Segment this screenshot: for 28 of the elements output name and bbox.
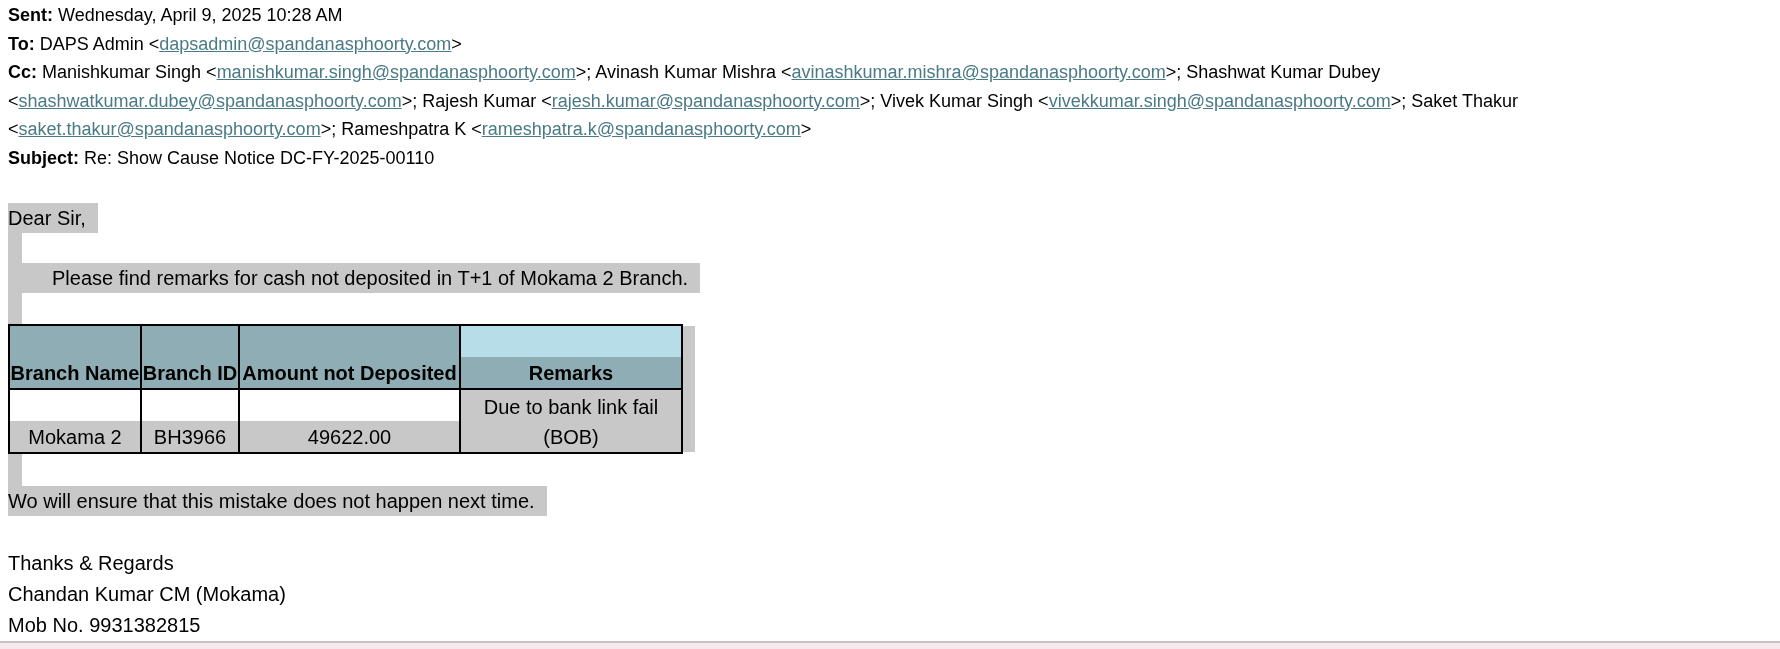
- column-header: Amount not Deposited: [239, 325, 460, 390]
- intro-text: Please find remarks for cash not deposited in T+1 of Mokama 2 Branch.: [8, 262, 701, 293]
- email-link[interactable]: shashwatkumar.dubey@spandanasphoorty.com: [18, 90, 402, 111]
- email-link[interactable]: vivekkumar.singh@spandanasphoorty.com: [1048, 90, 1391, 111]
- highlight-bar: [8, 454, 22, 487]
- email-link[interactable]: saket.thakur@spandanasphoorty.com: [18, 119, 321, 139]
- header-line: To: DAPS Admin <dapsadmin@spandanasphoorty.com>: [8, 32, 463, 56]
- column-header: Branch ID: [141, 325, 239, 390]
- table-cell: 49622.00: [239, 389, 460, 454]
- signature-line: Chandan Kumar CM (Mokama): [8, 582, 286, 607]
- table-cell: Mokama 2: [9, 389, 141, 454]
- header-line: Subject: Re: Show Cause Notice DC-FY-2025-00110: [8, 146, 436, 170]
- greeting-text: Dear Sir,: [8, 202, 98, 233]
- email-link[interactable]: avinashkumar.mishra@spandanasphoorty.com: [791, 62, 1166, 82]
- table-cell: BH3966: [141, 389, 239, 454]
- column-header: Branch Name: [9, 325, 141, 390]
- email-link[interactable]: dapsadmin@spandanasphoorty.com: [159, 33, 452, 54]
- email-link[interactable]: manishkumar.singh@spandanasphoorty.com: [216, 62, 576, 82]
- closing-text: Wo will ensure that this mistake does not happen next time.: [8, 486, 547, 517]
- column-header: Remarks: [460, 325, 682, 390]
- table-cell: Due to bank link fail (BOB): [460, 389, 682, 454]
- header-line: Cc: Manishkumar Singh <manishkumar.singh@spandanasphoorty.com>; Avinash Kumar Mishra <avinashkumar.mishra@spandanasphoorty.com>; Shashwat Kumar Dubey <shashwatkumar.dubey@spandanasphoorty.com>; Rajesh Kumar <rajesh.kumar@spandanasphoorty.com>; Vivek Kumar Singh <vivekkumar.singh@spandanasphoorty.com>; Saket Thakur <saket.thakur@spandanasphoorty.com>; Rameshpatra K <rameshpatra.k@spandanasphoorty.com>: [8, 61, 1519, 141]
- header-line: Sent: Wednesday, April 9, 2025 10:28 AM: [8, 4, 344, 27]
- signature-line: Mob No. 9931382815: [8, 613, 201, 638]
- highlight-bar: [8, 292, 22, 325]
- email-link[interactable]: rameshpatra.k@spandanasphoorty.com: [481, 119, 801, 139]
- email-link[interactable]: rajesh.kumar@spandanasphoorty.com: [551, 90, 860, 111]
- signature-line: Thanks & Regards: [8, 551, 174, 576]
